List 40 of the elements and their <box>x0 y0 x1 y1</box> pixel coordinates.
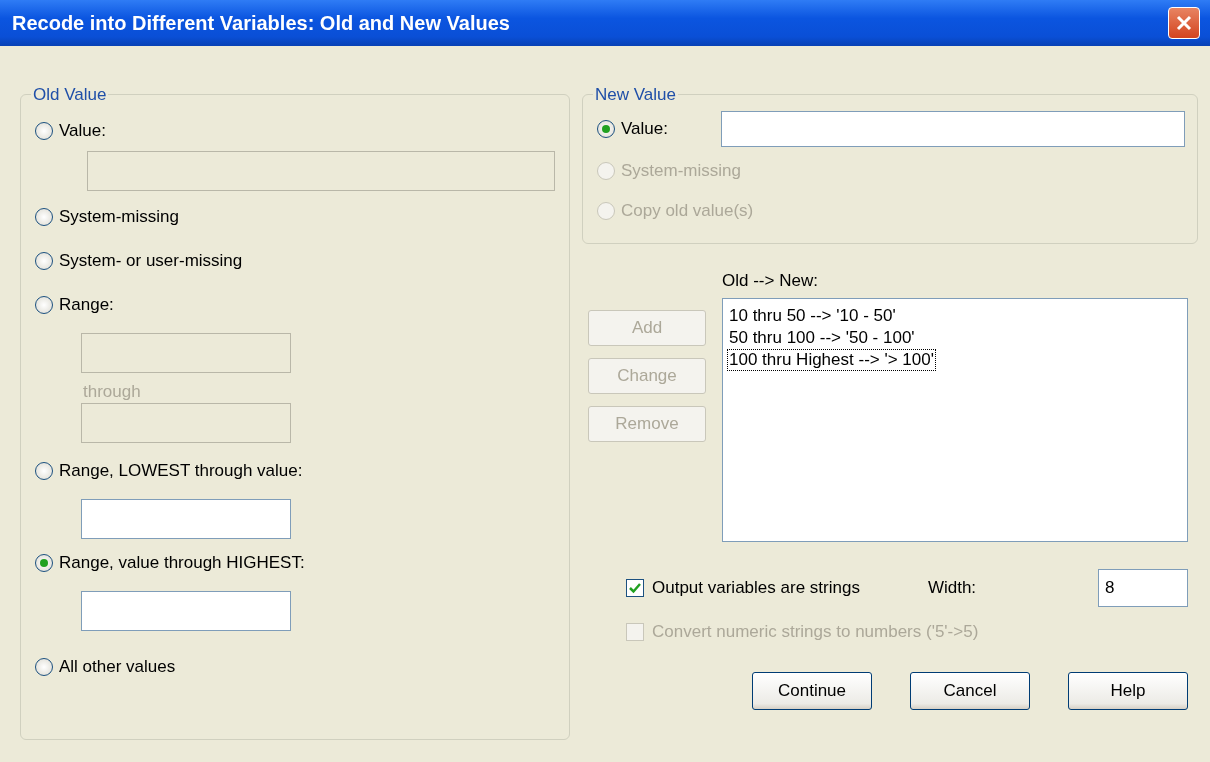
value-field[interactable] <box>721 111 1185 147</box>
radio-label: System-missing <box>621 160 741 183</box>
radio-label: Value: <box>59 120 106 143</box>
radio-button[interactable] <box>597 120 615 138</box>
dialog-button[interactable]: Cancel <box>910 671 1030 710</box>
radio-button[interactable] <box>35 252 53 270</box>
group-title: Old Value <box>32 86 108 103</box>
radio-label: System- or user-missing <box>59 250 243 273</box>
radio-button[interactable] <box>35 658 53 676</box>
close-button[interactable] <box>1168 7 1200 39</box>
radio-label: System-missing <box>59 206 179 229</box>
checkbox-label: Output variables are strings <box>652 576 860 599</box>
list-item[interactable]: 50 thru 100 --> '50 - 100' <box>727 326 917 349</box>
radio-label: Copy old value(s) <box>621 200 754 223</box>
input-field[interactable] <box>81 591 291 631</box>
dialog-button[interactable]: Continue <box>752 671 872 710</box>
group-title: New Value <box>594 86 677 103</box>
checkbox-label: Convert numeric strings to numbers ('5'->5) <box>652 620 979 643</box>
mapping-label: Old --> New: <box>722 270 819 292</box>
list-item[interactable]: 100 thru Highest --> '> 100' <box>727 348 936 371</box>
input-field[interactable] <box>81 499 291 539</box>
dialog-button[interactable]: Help <box>1068 671 1188 710</box>
window-title: Recode into Different Variables: Old and New Values <box>12 11 510 36</box>
range-label: through <box>83 383 142 401</box>
radio-button[interactable] <box>35 208 53 226</box>
list-item[interactable]: 10 thru 50 --> '10 - 50' <box>727 304 898 327</box>
close-icon <box>1175 14 1193 32</box>
radio-label: Range, LOWEST through value: <box>59 460 303 483</box>
radio-button[interactable] <box>35 122 53 140</box>
mapping-list[interactable]: 10 thru 50 --> '10 - 50' 50 thru 100 --> '50 - 100' 100 thru Highest --> '> 100' <box>722 297 1188 542</box>
radio-label: Range: <box>59 294 114 317</box>
radio-button[interactable] <box>35 462 53 480</box>
width-label: Width: <box>927 576 977 599</box>
radio-button[interactable] <box>35 554 53 572</box>
radio-label: Range, value through HIGHEST: <box>59 552 305 575</box>
checkbox[interactable] <box>626 578 644 597</box>
width-field[interactable]: 8 <box>1098 568 1188 607</box>
radio-label: Value: <box>621 118 668 141</box>
radio-button[interactable] <box>35 296 53 314</box>
radio-label: All other values <box>59 656 176 679</box>
